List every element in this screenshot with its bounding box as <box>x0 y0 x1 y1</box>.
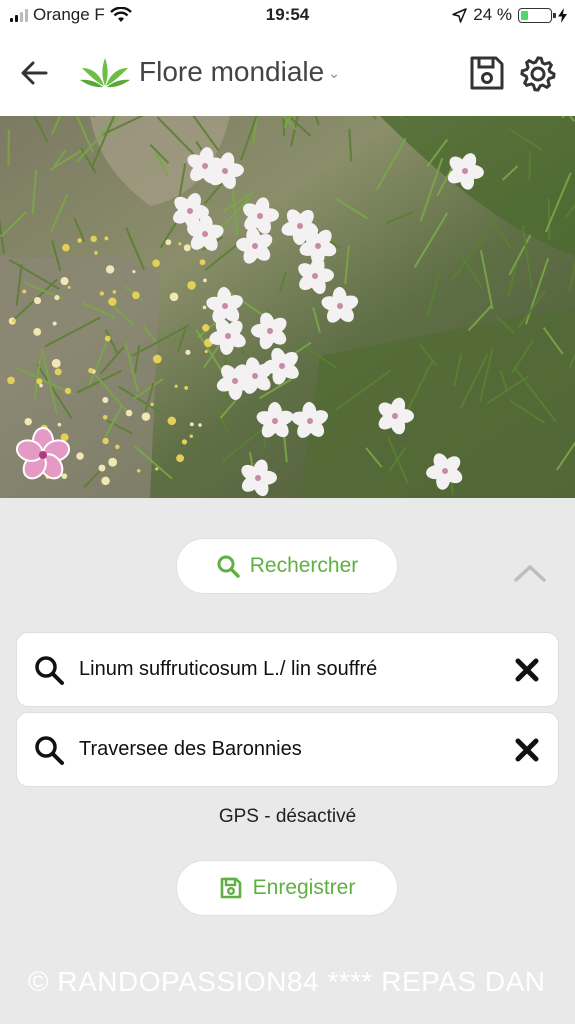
species-field-value[interactable]: Linum suffruticosum L./ lin souffré <box>79 658 514 681</box>
gear-icon[interactable] <box>518 54 558 94</box>
chevron-down-icon: ⌄ <box>328 65 340 82</box>
watermark-text: © RANDOPASSION84 **** REPAS DAN <box>28 966 546 997</box>
location-field-value[interactable]: Traversee des Baronnies <box>79 738 514 761</box>
battery-percent: 24 % <box>473 5 512 24</box>
chevron-up-icon[interactable] <box>512 558 548 588</box>
save-button[interactable]: Enregistrer <box>176 860 398 916</box>
back-arrow-icon[interactable] <box>18 56 52 90</box>
gps-status: GPS - désactivé <box>218 806 357 827</box>
charging-bolt-icon <box>558 7 567 23</box>
status-bar: Orange F 19:54 24 % <box>0 0 575 32</box>
app-header: Flore mondiale ⌄ <box>0 32 575 116</box>
location-search-field[interactable]: Traversee des Baronnies <box>16 712 559 787</box>
clear-species-icon[interactable] <box>514 657 540 683</box>
save-button-label: Enregistrer <box>252 876 356 899</box>
plant-logo-icon <box>80 58 130 88</box>
search-icon <box>35 655 64 685</box>
search-button[interactable]: Rechercher <box>176 538 398 594</box>
location-arrow-icon <box>452 7 467 23</box>
search-button-label: Rechercher <box>249 554 359 577</box>
search-panel: Rechercher Linum suffruticosum L./ lin s… <box>0 498 575 1024</box>
floppy-disk-icon <box>220 877 241 899</box>
plant-photo <box>0 116 575 498</box>
species-search-field[interactable]: Linum suffruticosum L./ lin souffré <box>16 632 559 707</box>
clear-location-icon[interactable] <box>514 737 540 763</box>
search-icon <box>217 555 240 578</box>
app-title-dropdown[interactable]: Flore mondiale ⌄ <box>139 56 340 88</box>
search-icon <box>35 735 64 765</box>
floppy-disk-icon[interactable] <box>468 54 506 92</box>
status-right: 24 % <box>452 5 567 25</box>
battery-icon <box>518 7 556 23</box>
app-title: Flore mondiale <box>139 56 325 87</box>
